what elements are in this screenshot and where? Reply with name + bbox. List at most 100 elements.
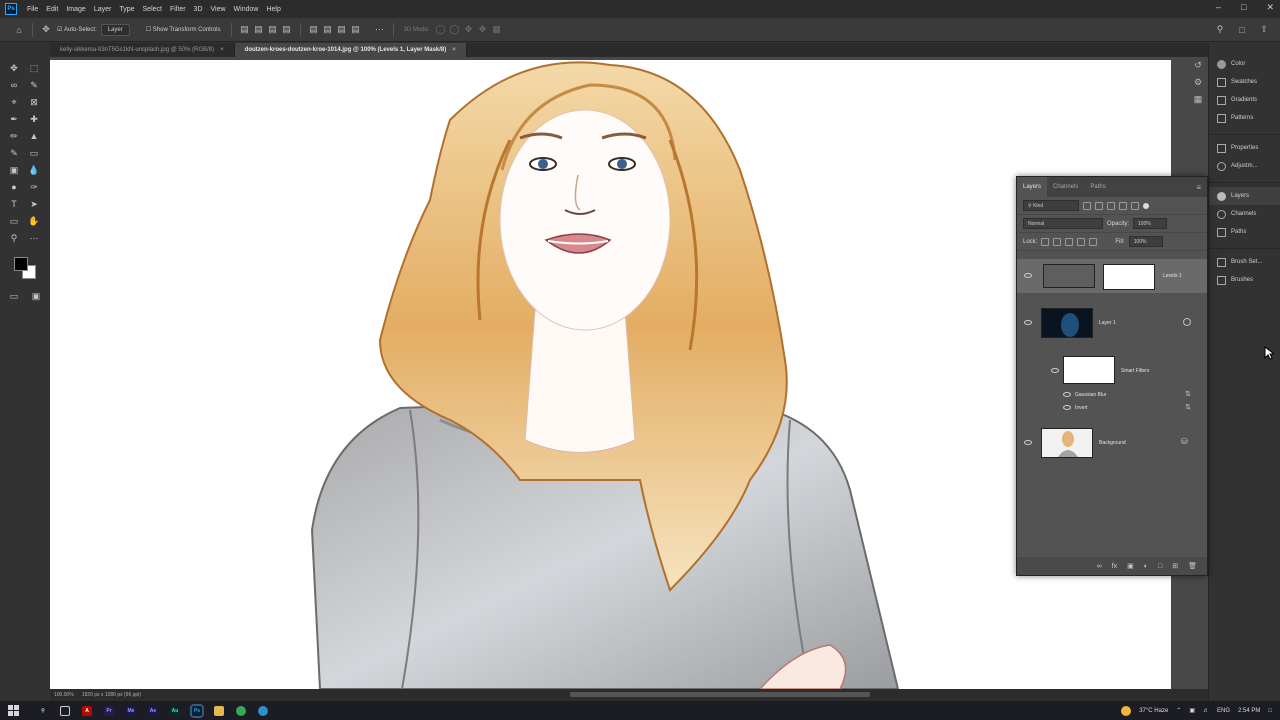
minimize-icon[interactable]: – (1216, 2, 1221, 13)
filter-toggle-icon[interactable] (1143, 202, 1149, 209)
new-layer-icon[interactable]: ⊞ (1172, 562, 1178, 570)
network-icon[interactable]: ▣ (1189, 707, 1195, 714)
path-select-tool-icon[interactable]: ➤ (26, 197, 42, 211)
eraser-tool-icon[interactable]: ▭ (26, 146, 42, 160)
menu-edit[interactable]: Edit (42, 6, 62, 13)
tab-document-2[interactable]: doutzen-kroes-doutzen-kroe-1014.jpg @ 10… (234, 43, 467, 57)
file-explorer-icon[interactable] (214, 705, 224, 716)
acrobat-icon[interactable]: A (82, 705, 92, 716)
menu-view[interactable]: View (207, 6, 230, 13)
stamp-tool-icon[interactable]: ▲ (26, 129, 42, 143)
crop-tool-icon[interactable]: ⌖ (6, 95, 22, 109)
volume-icon[interactable]: ♬ (1203, 708, 1209, 714)
horizontal-scrollbar[interactable] (570, 692, 870, 697)
brush-tool-icon[interactable]: ✏ (6, 129, 22, 143)
media-encoder-icon[interactable]: Me (126, 705, 136, 716)
chrome-icon[interactable] (236, 705, 246, 716)
filter-shape-icon[interactable] (1119, 201, 1127, 210)
lock-all-icon[interactable] (1089, 237, 1098, 246)
3d-pan-icon[interactable]: ✥ (462, 23, 476, 37)
dock-swatches[interactable]: Swatches (1209, 73, 1280, 91)
premiere-icon[interactable]: Pr (104, 705, 114, 716)
lock-position-icon[interactable] (1065, 237, 1074, 246)
zoom-level[interactable]: 100.00% (54, 692, 74, 698)
visibility-eye-icon[interactable] (1024, 273, 1032, 278)
auto-select-checkbox[interactable]: ☑ Auto-Select: (53, 23, 101, 37)
filter-kind-dropdown[interactable]: ⚲ Kind (1023, 200, 1079, 211)
after-effects-icon[interactable]: Ae (148, 705, 158, 716)
distribute-icon[interactable]: ▤ (335, 23, 349, 37)
visibility-eye-icon[interactable] (1051, 368, 1059, 373)
dock-channels[interactable]: Channels (1209, 205, 1280, 223)
filter-row-invert[interactable]: Invert ⇅ (1017, 402, 1207, 414)
move-tool-icon[interactable]: ✥ (39, 23, 53, 37)
quick-mask-icon[interactable]: ▭ (6, 289, 22, 303)
menu-filter[interactable]: Filter (166, 6, 190, 13)
menu-type[interactable]: Type (115, 6, 138, 13)
filter-pixel-icon[interactable] (1083, 201, 1091, 210)
distribute-icon[interactable]: ▤ (349, 23, 363, 37)
task-view-icon[interactable] (60, 705, 70, 716)
close-icon[interactable]: ✕ (1266, 2, 1274, 13)
history-icon[interactable]: ↺ (1194, 60, 1202, 71)
tray-arrow-icon[interactable]: ⌃ (1176, 707, 1181, 714)
workspace-icon[interactable]: □ (1235, 23, 1249, 37)
foreground-color-swatch[interactable] (14, 257, 28, 271)
blend-mode-dropdown[interactable]: Normal (1023, 218, 1103, 229)
visibility-eye-icon[interactable] (1063, 392, 1071, 397)
menu-window[interactable]: Window (230, 6, 263, 13)
edge-icon[interactable] (258, 705, 268, 716)
dock-layers[interactable]: Layers (1209, 187, 1280, 205)
windows-start-icon[interactable] (8, 705, 26, 716)
clock[interactable]: 2:54 PM (1238, 708, 1260, 714)
dock-paths[interactable]: Paths (1209, 223, 1280, 241)
menu-file[interactable]: File (23, 6, 42, 13)
opacity-field[interactable]: 100% (1133, 218, 1168, 229)
dock-brushes[interactable]: Brushes (1209, 271, 1280, 289)
notifications-icon[interactable]: □ (1268, 708, 1272, 714)
panel-menu-icon[interactable]: ≡ (1196, 183, 1207, 192)
filter-options-icon[interactable]: ⇅ (1185, 403, 1191, 411)
filter-row-gaussian-blur[interactable]: Gaussian Blur ⇅ (1017, 389, 1207, 401)
dock-properties[interactable]: Properties (1209, 139, 1280, 157)
dock-gradients[interactable]: Gradients (1209, 91, 1280, 109)
filter-adjustment-icon[interactable] (1095, 201, 1103, 210)
close-tab-icon[interactable]: × (452, 47, 456, 53)
menu-image[interactable]: Image (62, 6, 89, 13)
visibility-eye-icon[interactable] (1024, 320, 1032, 325)
share-icon[interactable]: ⇧ (1257, 23, 1271, 37)
menu-select[interactable]: Select (139, 6, 166, 13)
layer-row-background[interactable]: Background ⛁ (1017, 425, 1207, 461)
menu-layer[interactable]: Layer (90, 6, 116, 13)
blur-tool-icon[interactable]: 💧 (26, 163, 42, 177)
healing-tool-icon[interactable]: ✚ (26, 112, 42, 126)
adjust-icon[interactable]: ⚙ (1194, 77, 1202, 88)
3d-orbit-icon[interactable]: ◯ (434, 23, 448, 37)
new-group-icon[interactable]: □ (1158, 563, 1162, 570)
quick-select-tool-icon[interactable]: ✎ (26, 78, 42, 92)
show-transform-checkbox[interactable]: ☐ Show Transform Controls (142, 23, 225, 37)
dock-brush-settings[interactable]: Brush Set... (1209, 253, 1280, 271)
lock-artboard-icon[interactable] (1077, 237, 1086, 246)
search-icon[interactable]: ⚲ (1213, 23, 1227, 37)
menu-3d[interactable]: 3D (190, 6, 207, 13)
weather-text[interactable]: 37°C Haze (1139, 708, 1168, 714)
lock-icon[interactable]: ⛁ (1181, 437, 1188, 446)
filter-smart-object-icon[interactable] (1131, 201, 1139, 210)
fill-field[interactable]: 100% (1128, 236, 1163, 247)
dock-patterns[interactable]: Patterns (1209, 109, 1280, 127)
align-top-icon[interactable]: ▤ (280, 23, 294, 37)
layer-style-icon[interactable]: fx (1112, 563, 1117, 570)
tab-paths[interactable]: Paths (1084, 177, 1111, 197)
pen-tool-icon[interactable]: ✑ (26, 180, 42, 194)
distribute-icon[interactable]: ▤ (307, 23, 321, 37)
align-center-icon[interactable]: ▤ (252, 23, 266, 37)
layer-row-levels[interactable]: Levels 1 (1017, 259, 1207, 293)
filter-options-icon[interactable]: ⇅ (1185, 390, 1191, 398)
audition-icon[interactable]: Au (170, 705, 180, 716)
rectangle-tool-icon[interactable]: ▭ (6, 214, 22, 228)
link-layers-icon[interactable]: ∞ (1097, 563, 1102, 570)
type-tool-icon[interactable]: T (6, 197, 22, 211)
delete-layer-icon[interactable]: 🗑 (1188, 562, 1197, 570)
menu-help[interactable]: Help (262, 6, 284, 13)
